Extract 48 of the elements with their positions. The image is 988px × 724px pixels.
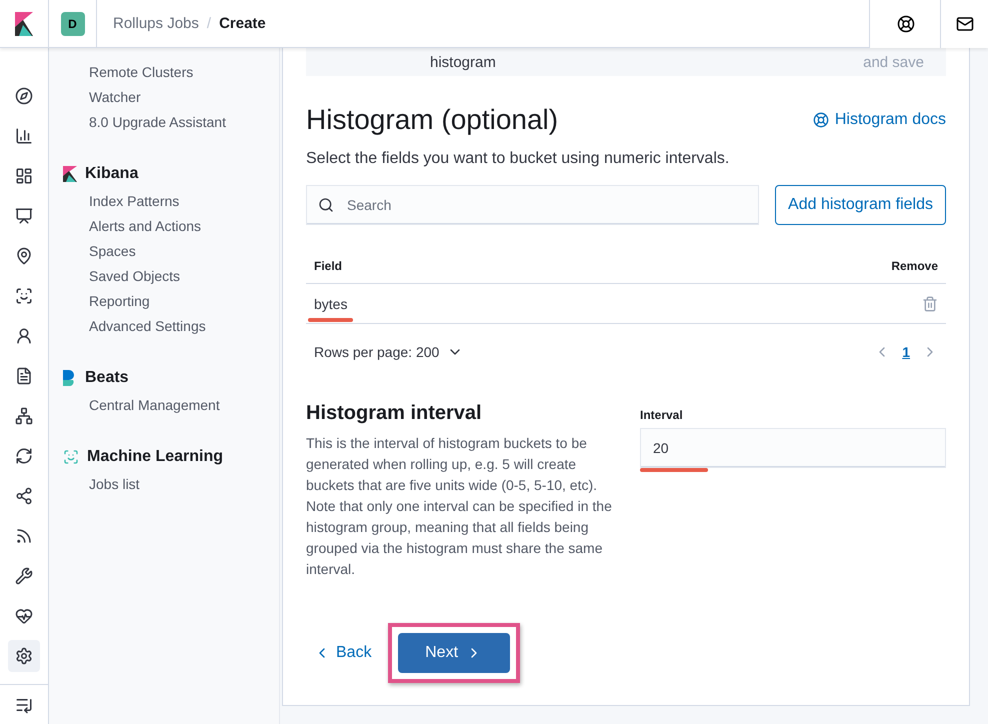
help-button[interactable] [869,0,941,48]
column-header: Remove [891,259,938,273]
page-title: Histogram (optional) [306,104,558,136]
space-avatar[interactable]: D [60,12,84,36]
interval-input[interactable]: 20 [640,428,946,468]
docs-link[interactable]: Histogram docs [812,111,946,129]
nav-item[interactable]: Jobs list [89,472,279,497]
column-header: Field [314,259,342,273]
nav-item[interactable]: Watcher [89,85,279,110]
next-button[interactable]: Next [398,633,510,673]
search-field[interactable]: Search [306,185,760,225]
breadcrumb: Create [219,15,266,32]
nav-item[interactable]: Remote Clusters [89,60,279,85]
table-cell: bytes [314,296,348,312]
nav-item[interactable]: Saved Objects [89,264,279,289]
nav-item[interactable]: Reporting [89,289,279,314]
trash-icon[interactable] [922,296,938,312]
back-button[interactable]: Back [314,644,372,662]
lifebuoy-icon [896,14,914,32]
help-text: This is the interval of histogram buckets to be generated when rolling up, e.g. 5 will create buckets that are five units wide (0-5, 5-10, etc). Note that only one interval can be specified in the histogram group, meaning that all fields being grouped via the histogram must share the same interval. [306,434,613,579]
annotation-underline [640,468,708,472]
section-title: Histogram interval [306,402,483,425]
envelope-icon [956,14,974,32]
breadcrumb[interactable]: Rollups Jobs [113,15,199,32]
add-fields-button[interactable]: Add histogram fields [775,185,946,225]
kibana-logo-icon [63,166,77,182]
step-label[interactable]: histogram [430,54,496,70]
rows-per-page-button[interactable]: Rows per page: 200 [314,344,464,360]
field-label: Interval [640,408,684,422]
nav-section-title: Kibana [85,165,138,183]
settings-icon[interactable] [8,640,40,672]
lifebuoy-icon [812,112,829,128]
kibana-logo-icon[interactable] [15,12,33,36]
nav-item[interactable]: Central Management [89,393,279,418]
nav-section-title: Beats [85,369,129,387]
description: Select the fields you want to bucket using numeric intervals. [306,150,730,168]
nav-item[interactable]: Advanced Settings [89,314,279,339]
nav-item[interactable]: Spaces [89,239,279,264]
beats-logo-icon [63,370,77,386]
search-icon [318,197,334,213]
annotation-underline [308,318,354,322]
nav-section-title: Machine Learning [87,448,224,466]
nav-item[interactable]: Alerts and Actions [89,214,279,239]
mail-button[interactable] [940,0,988,48]
nav-item[interactable]: Index Patterns [89,189,279,214]
page-button[interactable]: 1 [900,344,912,360]
breadcrumb-separator: / [206,15,212,32]
nav-item[interactable]: 8.0 Upgrade Assistant [89,110,279,135]
